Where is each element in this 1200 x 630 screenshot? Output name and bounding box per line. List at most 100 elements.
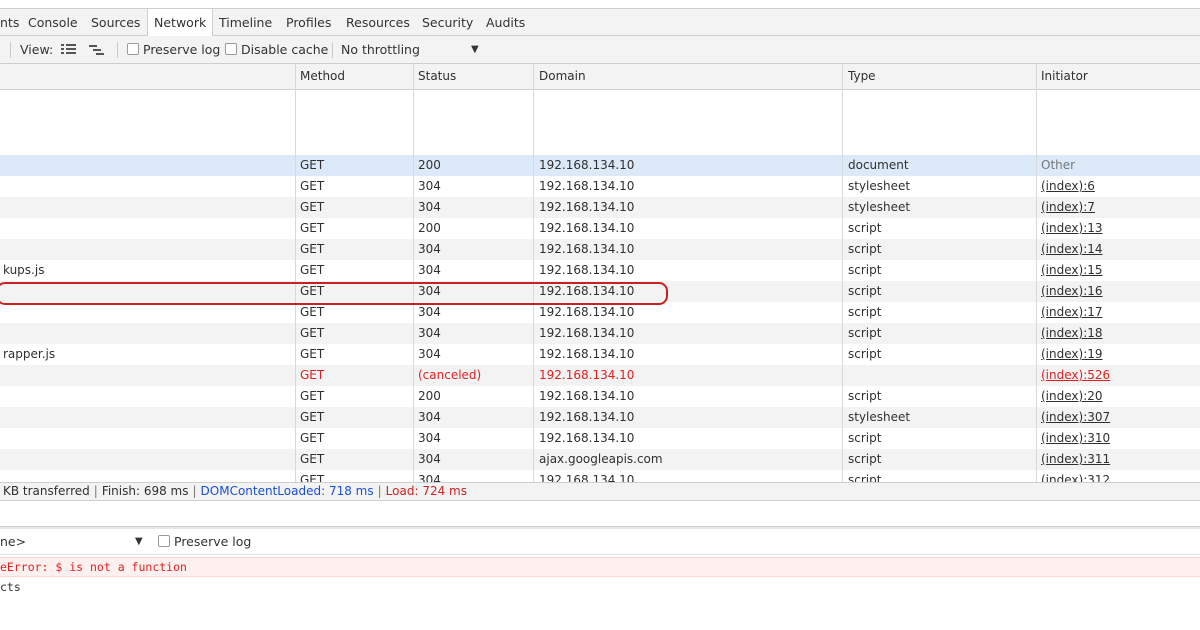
request-method: GET: [300, 410, 325, 424]
summary-separator: |: [93, 484, 98, 498]
tab-network[interactable]: Network: [147, 9, 214, 37]
request-initiator-link[interactable]: (index):15: [1041, 260, 1196, 281]
panel-spacer: [0, 501, 1200, 526]
request-name: [3, 470, 293, 482]
request-domain: 192.168.134.10: [539, 431, 635, 445]
request-type: script: [848, 221, 882, 235]
table-row[interactable]: GET 304 192.168.134.10 script (index):312: [0, 470, 1200, 482]
table-row[interactable]: GET 304 192.168.134.10 script (index):16: [0, 281, 1200, 302]
preserve-log-toggle[interactable]: Preserve log: [127, 36, 220, 63]
request-initiator-link[interactable]: (index):526: [1041, 365, 1196, 386]
request-name: kups.js: [3, 263, 45, 277]
table-row[interactable]: rapper.js GET 304 192.168.134.10 script (inde…: [0, 344, 1200, 365]
request-method: GET: [300, 158, 325, 172]
request-status: 304: [418, 200, 441, 214]
table-row[interactable]: kups.js GET 304 192.168.134.10 script (index)…: [0, 260, 1200, 281]
column-header-domain[interactable]: Domain: [539, 64, 586, 89]
disable-cache-toggle[interactable]: Disable cache: [225, 36, 328, 63]
column-header-initiator[interactable]: Initiator: [1041, 64, 1088, 89]
column-divider: [413, 64, 414, 482]
request-name: [3, 323, 293, 344]
table-row[interactable]: GET 200 192.168.134.10 script (index):13: [0, 218, 1200, 239]
request-name: [3, 449, 293, 470]
preserve-log-checkbox[interactable]: [127, 43, 139, 55]
tab-elements[interactable]: nts: [0, 9, 19, 36]
request-status: 304: [418, 431, 441, 445]
table-row[interactable]: GET 304 192.168.134.10 script (index):18: [0, 323, 1200, 344]
network-toolbar: View: Preserve log Disable cache No thro…: [0, 36, 1200, 64]
request-name: rapper.js: [3, 347, 56, 361]
chevron-down-icon[interactable]: ▼: [135, 529, 143, 555]
tab-timeline[interactable]: Timeline: [219, 9, 272, 36]
request-initiator-link[interactable]: (index):310: [1041, 428, 1196, 449]
throttling-select[interactable]: No throttling ▼: [341, 36, 481, 63]
request-initiator-link[interactable]: (index):312: [1041, 470, 1196, 482]
request-method: GET: [300, 473, 325, 482]
request-initiator: Other: [1041, 158, 1076, 172]
waterfall-overview-icon[interactable]: [89, 44, 104, 56]
request-initiator-link[interactable]: (index):17: [1041, 302, 1196, 323]
column-header-status[interactable]: Status: [418, 64, 456, 89]
summary-separator: |: [377, 484, 382, 498]
table-row[interactable]: GET 304 192.168.134.10 stylesheet (index):7: [0, 197, 1200, 218]
request-method: GET: [300, 389, 325, 403]
request-type: stylesheet: [848, 179, 911, 193]
table-row[interactable]: GET 304 ajax.googleapis.com script (index):3…: [0, 449, 1200, 470]
request-initiator-link[interactable]: (index):18: [1041, 323, 1196, 344]
request-type: script: [848, 284, 882, 298]
console-preserve-log-toggle[interactable]: Preserve log: [158, 529, 251, 555]
column-header-method[interactable]: Method: [300, 64, 345, 89]
request-type: script: [848, 431, 882, 445]
toolbar-divider: [10, 42, 11, 58]
column-header-type[interactable]: Type: [848, 64, 876, 89]
column-divider: [842, 64, 843, 482]
tab-console[interactable]: Console: [28, 9, 78, 36]
throttling-value: No throttling: [341, 42, 420, 57]
tab-profiles[interactable]: Profiles: [286, 9, 331, 36]
request-initiator-link[interactable]: (index):6: [1041, 176, 1196, 197]
request-domain: 192.168.134.10: [539, 263, 635, 277]
request-initiator-link[interactable]: (index):13: [1041, 218, 1196, 239]
console-preserve-log-checkbox[interactable]: [158, 535, 170, 547]
request-domain: 192.168.134.10: [539, 347, 635, 361]
request-status: 304: [418, 347, 441, 361]
request-name: [3, 281, 293, 302]
request-initiator-link[interactable]: (index):16: [1041, 281, 1196, 302]
tab-resources[interactable]: Resources: [346, 9, 410, 36]
request-type: script: [848, 263, 882, 277]
request-type: document: [848, 158, 909, 172]
table-row[interactable]: GET 200 192.168.134.10 script (index):20: [0, 386, 1200, 407]
tab-audits[interactable]: Audits: [486, 9, 525, 36]
disable-cache-checkbox[interactable]: [225, 43, 237, 55]
table-row[interactable]: GET 304 192.168.134.10 stylesheet (index):6: [0, 176, 1200, 197]
request-name: [3, 197, 293, 218]
request-initiator-link[interactable]: (index):311: [1041, 449, 1196, 470]
request-initiator-link[interactable]: (index):14: [1041, 239, 1196, 260]
table-row[interactable]: GET 304 192.168.134.10 script (index):310: [0, 428, 1200, 449]
table-row[interactable]: GET 304 192.168.134.10 script (index):14: [0, 239, 1200, 260]
console-context-select[interactable]: ne>: [0, 529, 26, 555]
console-context-value: ne>: [0, 534, 27, 549]
summary-separator: |: [192, 484, 197, 498]
request-status: 304: [418, 410, 441, 424]
request-method: GET: [300, 221, 325, 235]
request-domain: 192.168.134.10: [539, 473, 635, 482]
table-row[interactable]: GET 200 192.168.134.10 document Other: [0, 155, 1200, 176]
request-name: [3, 155, 293, 176]
devtools-tab-bar: nts Console Sources Network Timeline Pro…: [0, 8, 1200, 37]
request-type: script: [848, 389, 882, 403]
chevron-down-icon: ▼: [471, 44, 479, 55]
request-name: [3, 386, 293, 407]
tab-sources[interactable]: Sources: [91, 9, 140, 36]
request-domain: 192.168.134.10: [539, 158, 635, 172]
tab-security[interactable]: Security: [422, 9, 473, 36]
request-domain: 192.168.134.10: [539, 284, 635, 298]
table-row[interactable]: GET 304 192.168.134.10 stylesheet (index):30…: [0, 407, 1200, 428]
table-row[interactable]: GET (canceled) 192.168.134.10 (index):526: [0, 365, 1200, 386]
request-initiator-link[interactable]: (index):20: [1041, 386, 1196, 407]
request-initiator-link[interactable]: (index):7: [1041, 197, 1196, 218]
large-rows-icon[interactable]: [61, 44, 76, 56]
table-row[interactable]: GET 304 192.168.134.10 script (index):17: [0, 302, 1200, 323]
request-initiator-link[interactable]: (index):19: [1041, 344, 1196, 365]
request-initiator-link[interactable]: (index):307: [1041, 407, 1196, 428]
